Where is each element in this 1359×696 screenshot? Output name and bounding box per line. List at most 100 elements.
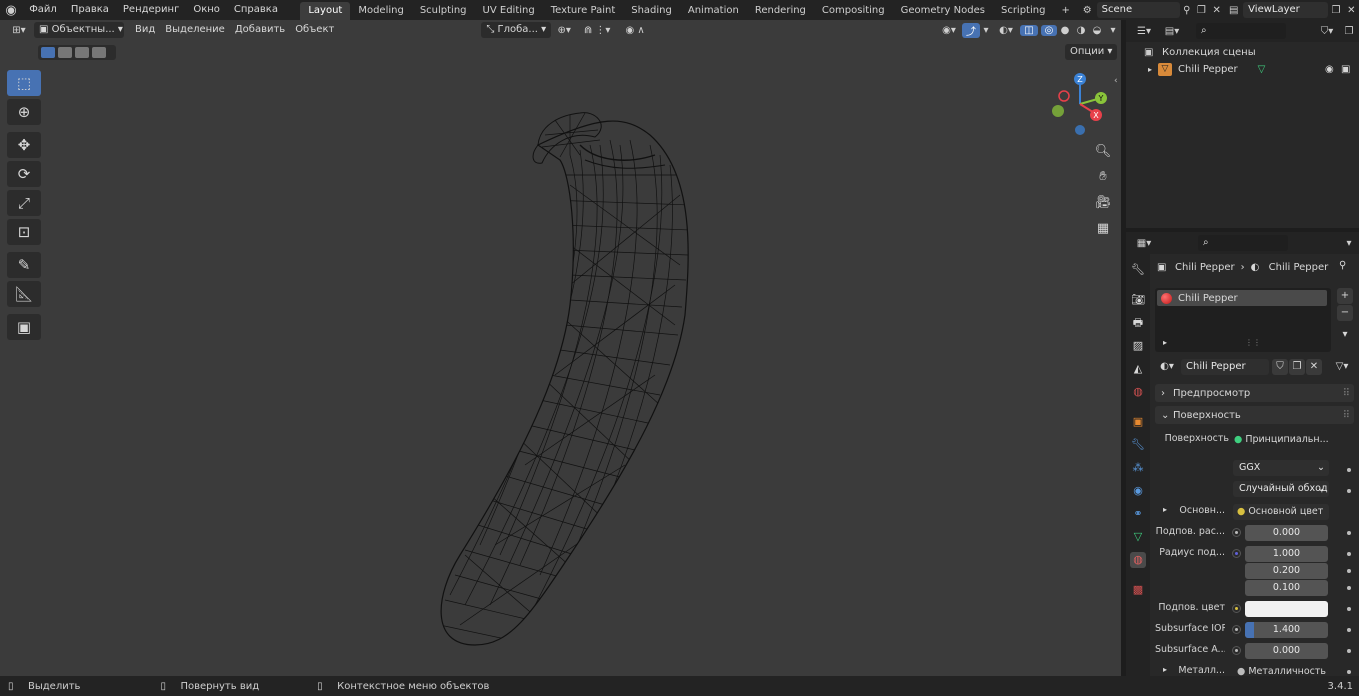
tab-scripting[interactable]: Scripting	[993, 2, 1053, 20]
keyframe-dot[interactable]	[1347, 607, 1351, 611]
transform-orientation[interactable]: ⤡ Глоба... ▾	[481, 22, 552, 38]
material-slot-list[interactable]: Chili Pepper ▸ ⋮⋮	[1155, 288, 1331, 352]
subsurface-radius-x[interactable]: 1.000	[1245, 546, 1328, 562]
scale-tool[interactable]: ⤢	[7, 190, 41, 216]
select-extend-icon[interactable]	[58, 47, 72, 58]
tab-layout[interactable]: Layout	[300, 1, 351, 20]
menu-window[interactable]: Окно	[186, 0, 227, 20]
menu-add[interactable]: Добавить	[230, 22, 290, 38]
display-mode-icon[interactable]: ▤▾	[1158, 26, 1186, 37]
camera-view-button[interactable]: 🎥︎	[1092, 191, 1114, 213]
material-tab-icon[interactable]: ◍	[1130, 552, 1146, 568]
pivot-icon[interactable]: ⊕▾	[551, 25, 577, 36]
keyframe-dot[interactable]	[1347, 552, 1351, 556]
tab-animation[interactable]: Animation	[680, 2, 747, 20]
transform-tool[interactable]: ⊡	[7, 219, 41, 245]
metallic-link[interactable]: ● Металличность	[1233, 664, 1329, 676]
keyframe-dot[interactable]	[1347, 649, 1351, 653]
pin-icon[interactable]: ⚲	[1339, 260, 1346, 271]
shading-dropdown-icon[interactable]: ▾	[1105, 25, 1121, 36]
proportional-edit-icon[interactable]: ◉ ∧	[617, 25, 653, 36]
tool-tab-icon[interactable]: 🔧︎	[1130, 262, 1146, 278]
keyframe-dot[interactable]	[1347, 586, 1351, 590]
visibility-eye-icon[interactable]: ◉	[1325, 64, 1341, 75]
xray-icon[interactable]: ◫	[1020, 24, 1038, 36]
sidebar-toggle-icon[interactable]: ‹	[1114, 76, 1118, 86]
subsurface-color-swatch[interactable]	[1245, 601, 1328, 617]
select-invert-icon[interactable]	[92, 47, 106, 58]
particles-tab-icon[interactable]: ⁂	[1130, 460, 1146, 476]
new-layer-icon[interactable]: ❐	[1328, 5, 1343, 16]
properties-search-input[interactable]: ⌕	[1198, 235, 1288, 251]
visibility-icon[interactable]: ◉▾	[936, 25, 962, 36]
tab-geometry-nodes[interactable]: Geometry Nodes	[893, 2, 993, 20]
subsurface-method-dropdown[interactable]: Случайный обход ⌄	[1233, 481, 1329, 497]
properties-options-icon[interactable]: ▾	[1339, 238, 1359, 249]
measure-tool[interactable]: 📐︎	[7, 281, 41, 307]
color-socket-icon[interactable]	[1232, 604, 1241, 613]
expand-arrow-icon[interactable]: ▸	[1148, 65, 1158, 74]
expand-arrow-icon[interactable]: ▸	[1163, 505, 1167, 514]
distribution-dropdown[interactable]: GGX ⌄	[1233, 460, 1329, 476]
keyframe-dot[interactable]	[1347, 531, 1351, 535]
outliner-collection-row[interactable]: ▣ Коллекция сцены	[1126, 44, 1359, 61]
subsurface-ior-field[interactable]: 1.400	[1245, 622, 1328, 638]
constraints-tab-icon[interactable]: ⚭	[1130, 506, 1146, 522]
shading-solid-icon[interactable]: ●	[1057, 25, 1073, 36]
menu-object[interactable]: Объект	[290, 22, 339, 38]
data-tab-icon[interactable]: ▽	[1130, 529, 1146, 545]
rotate-tool[interactable]: ⟳	[7, 161, 41, 187]
tab-compositing[interactable]: Compositing	[814, 2, 893, 20]
menu-help[interactable]: Справка	[227, 0, 285, 20]
menu-render[interactable]: Рендеринг	[116, 0, 186, 20]
select-box-tool[interactable]: ⬚	[7, 70, 41, 96]
filter-icon[interactable]: ⛉▾	[1315, 26, 1339, 37]
slot-menu-icon[interactable]: ▾	[1337, 327, 1353, 343]
scene-tab-icon[interactable]: ◭	[1130, 361, 1146, 377]
menu-view[interactable]: Вид	[130, 22, 160, 38]
tab-rendering[interactable]: Rendering	[747, 2, 814, 20]
outliner-object-row[interactable]: ▸ ▽ Chili Pepper ▽ ◉ ▣	[1126, 61, 1359, 78]
chili-pepper-wireframe[interactable]	[420, 85, 710, 676]
resize-handle-icon[interactable]: ⋮⋮	[1245, 338, 1261, 347]
shading-material-icon[interactable]: ◑	[1073, 25, 1089, 36]
preview-panel-header[interactable]: › Предпросмотр ⠿	[1155, 384, 1354, 402]
gizmo-neg-x-axis[interactable]	[1058, 90, 1070, 102]
texture-tab-icon[interactable]: ▩	[1130, 582, 1146, 598]
keyframe-dot[interactable]	[1347, 468, 1351, 472]
gizmo-neg-z-axis[interactable]	[1075, 125, 1085, 135]
surface-panel-header[interactable]: ⌄ Поверхность ⠿	[1155, 406, 1354, 424]
blender-logo-icon[interactable]: ◉	[0, 3, 22, 18]
unlink-material-icon[interactable]: ✕	[1306, 359, 1322, 375]
physics-tab-icon[interactable]: ◉	[1130, 483, 1146, 499]
select-subtract-icon[interactable]	[75, 47, 89, 58]
mesh-data-icon[interactable]: ▽	[1258, 64, 1266, 75]
select-new-icon[interactable]	[41, 47, 55, 58]
add-slot-icon[interactable]: +	[1337, 288, 1353, 304]
3d-viewport[interactable]: ⊞▾ ▣ Объектны... ▾ Вид Выделение Добавит…	[0, 20, 1121, 676]
delete-layer-icon[interactable]: ✕	[1344, 5, 1359, 16]
subsurface-value-field[interactable]: 0.000	[1245, 525, 1328, 541]
vector-socket-icon[interactable]	[1232, 549, 1241, 558]
options-button[interactable]: Опции ▾	[1065, 44, 1118, 60]
modifier-tab-icon[interactable]: 🔧︎	[1130, 437, 1146, 453]
duplicate-material-icon[interactable]: ❐	[1289, 359, 1305, 375]
scene-selector[interactable]: Scene	[1096, 2, 1181, 18]
node-link-icon[interactable]: ▽▾	[1330, 359, 1354, 375]
gizmo-toggle-icon[interactable]: ⤴	[962, 22, 980, 38]
editor-type-icon[interactable]: ⊞▾	[4, 25, 34, 36]
select-mode-buttons[interactable]	[38, 45, 116, 60]
view-layer-icon[interactable]: ▤	[1224, 5, 1243, 16]
annotate-tool[interactable]: ✎	[7, 252, 41, 278]
socket-icon[interactable]	[1232, 646, 1241, 655]
subsurface-radius-z[interactable]: 0.100	[1245, 580, 1328, 596]
fake-user-icon[interactable]: ⛉	[1272, 359, 1288, 375]
scene-icon[interactable]: ⚙	[1078, 5, 1097, 16]
gizmo-dropdown-icon[interactable]: ▾	[980, 25, 992, 36]
keyframe-dot[interactable]	[1347, 489, 1351, 493]
tab-shading[interactable]: Shading	[623, 2, 680, 20]
outliner-search-input[interactable]: ⌕	[1196, 23, 1286, 39]
mode-selector[interactable]: ▣ Объектны... ▾	[34, 22, 124, 38]
view-layer-selector[interactable]: ViewLayer	[1243, 2, 1329, 18]
socket-icon[interactable]	[1232, 528, 1241, 537]
